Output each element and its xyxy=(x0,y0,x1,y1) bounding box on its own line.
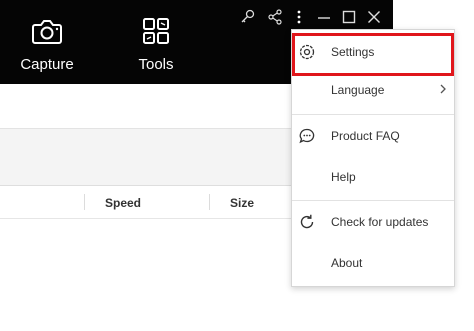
menu-item-label: Help xyxy=(331,170,356,184)
column-divider xyxy=(84,194,85,210)
share-icon xyxy=(267,9,283,25)
menu-divider xyxy=(292,114,454,115)
menu-item-label: Product FAQ xyxy=(331,129,400,143)
maximize-icon xyxy=(341,9,357,25)
share-button[interactable] xyxy=(265,7,285,27)
key-button[interactable] xyxy=(238,7,258,27)
minimize-button[interactable] xyxy=(314,7,334,27)
maximize-button[interactable] xyxy=(339,7,359,27)
column-header-size[interactable]: Size xyxy=(230,196,254,210)
tools-grid-icon xyxy=(138,14,174,50)
more-menu: Settings Language Product FAQ Help Check… xyxy=(291,29,455,287)
camera-icon xyxy=(29,14,65,50)
column-divider xyxy=(209,194,210,210)
close-button[interactable] xyxy=(364,7,384,27)
menu-item-check-for-updates[interactable]: Check for updates xyxy=(292,205,454,239)
column-header-speed[interactable]: Speed xyxy=(105,196,141,210)
nav-capture[interactable]: Capture xyxy=(16,14,78,73)
minimize-icon xyxy=(316,9,332,25)
close-icon xyxy=(366,9,382,25)
menu-divider xyxy=(292,200,454,201)
key-icon xyxy=(240,9,256,25)
settings-highlight-box xyxy=(292,33,454,76)
chat-bubble-icon xyxy=(298,127,316,145)
refresh-icon xyxy=(298,213,316,231)
menu-item-product-faq[interactable]: Product FAQ xyxy=(292,119,454,153)
menu-item-about[interactable]: About xyxy=(292,246,454,280)
menu-item-label: Language xyxy=(331,83,385,97)
more-vertical-icon xyxy=(291,9,307,25)
menu-item-help[interactable]: Help xyxy=(292,160,454,194)
more-button[interactable] xyxy=(289,7,309,27)
nav-tools[interactable]: Tools xyxy=(125,14,187,73)
menu-item-label: About xyxy=(331,256,363,270)
nav-tools-label: Tools xyxy=(138,56,174,73)
menu-item-language[interactable]: Language xyxy=(292,73,454,107)
chevron-right-icon xyxy=(438,83,448,98)
nav-capture-label: Capture xyxy=(20,56,74,73)
menu-item-label: Check for updates xyxy=(331,215,429,229)
